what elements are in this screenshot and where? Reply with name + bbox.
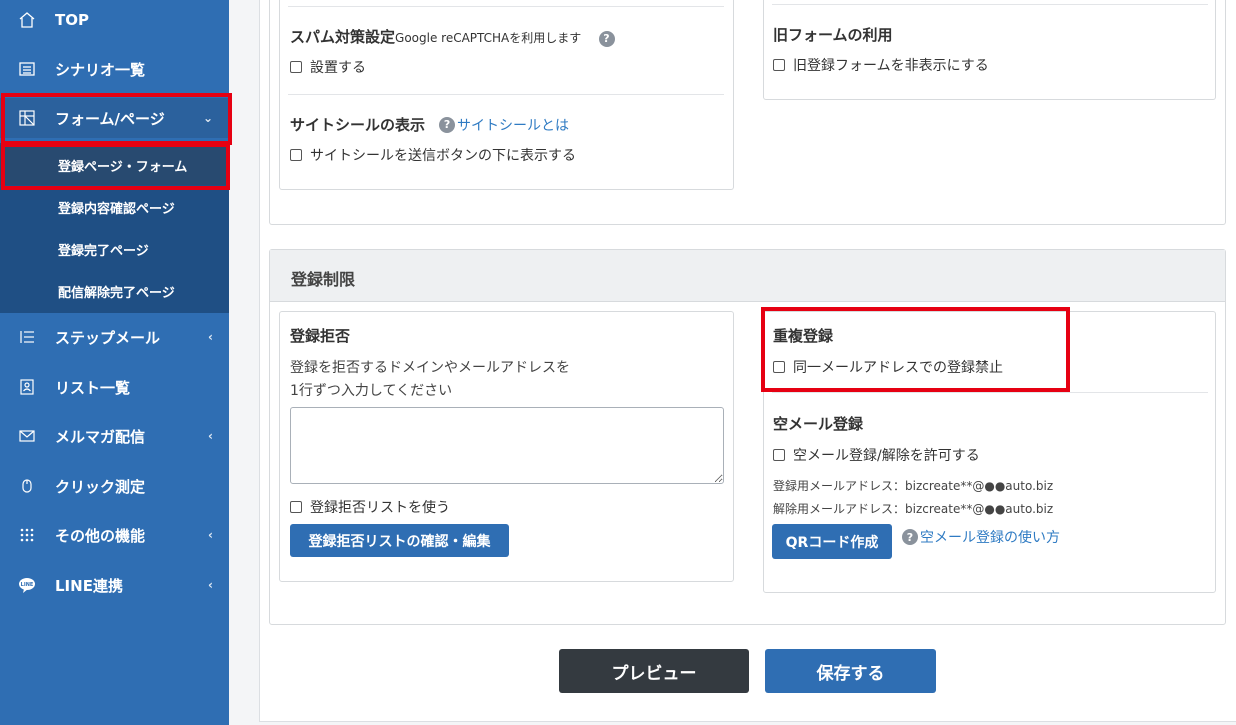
forms-submenu: 登録ページ・フォーム 登録内容確認ページ 登録完了ページ 配信解除完了ページ — [0, 143, 229, 313]
sidebar-item-click-tracking[interactable]: クリック測定 — [0, 466, 229, 506]
grid-icon — [18, 526, 36, 544]
sidebar-item-forms[interactable]: フォーム/ページ ⌄ — [0, 98, 229, 138]
spam-note: Google reCAPTCHAを利用します — [395, 31, 582, 45]
panel-title: 登録制限 — [291, 270, 356, 289]
submenu-item-label: 登録ページ・フォーム — [58, 159, 188, 175]
divider — [772, 4, 1208, 5]
svg-text:LINE: LINE — [21, 582, 34, 588]
form-settings-panel: スパム対策設定Google reCAPTCHAを利用します ? 設置する サイト… — [269, 0, 1226, 225]
submenu-item-complete-page[interactable]: 登録完了ページ — [0, 229, 229, 269]
line-icon: LINE — [18, 576, 36, 594]
register-address: 登録用メールアドレス：bizcreate**@●●auto.biz — [773, 479, 1054, 493]
sidebar: TOP シナリオ一覧 フォーム/ページ ⌄ 登録ページ・フォーム 登録内容確認ペ… — [0, 0, 232, 725]
old-form-checkbox-row[interactable]: 旧登録フォームを非表示にする — [773, 55, 989, 75]
submenu-item-register-form[interactable]: 登録ページ・フォーム — [0, 145, 229, 185]
qr-code-button[interactable]: QRコード作成 — [772, 524, 892, 559]
spam-checkbox-row[interactable]: 設置する — [290, 57, 366, 77]
reject-title: 登録拒否 — [290, 327, 351, 345]
save-button[interactable]: 保存する — [765, 649, 936, 693]
main-content: スパム対策設定Google reCAPTCHAを利用します ? 設置する サイト… — [259, 0, 1236, 722]
sidebar-item-label: メルマガ配信 — [55, 427, 146, 446]
steps-icon — [18, 328, 36, 346]
sidebar-item-scenarios[interactable]: シナリオ一覧 — [0, 49, 229, 89]
empty-mail-howto-link[interactable]: 空メール登録の使い方 — [920, 527, 1060, 547]
duplicate-empty-mail-box: 重複登録 同一メールアドレスでの登録禁止 空メール登録 空メール登録/解除を許可… — [763, 311, 1216, 593]
site-seal-title-text: サイトシールの表示 — [290, 116, 426, 134]
reject-list-checkbox[interactable] — [290, 501, 302, 513]
sidebar-item-label: シナリオ一覧 — [55, 60, 146, 79]
divider — [288, 94, 724, 95]
sidebar-item-lists[interactable]: リスト一覧 — [0, 367, 229, 407]
chevron-left-icon: ‹ — [208, 528, 213, 542]
site-seal-title: サイトシールの表示 ? サイトシールとは — [290, 114, 569, 135]
site-seal-checkbox[interactable] — [290, 149, 302, 161]
sidebar-item-label: クリック測定 — [55, 477, 146, 496]
chevron-down-icon: ⌄ — [202, 111, 213, 125]
form-settings-left-box: スパム対策設定Google reCAPTCHAを利用します ? 設置する サイト… — [279, 0, 734, 190]
chevron-left-icon: ‹ — [208, 429, 213, 443]
spam-title-text: スパム対策設定 — [290, 28, 396, 46]
empty-mail-howto[interactable]: ? 空メール登録の使い方 — [902, 527, 1060, 547]
sidebar-item-newsletter[interactable]: メルマガ配信 ‹ — [0, 416, 229, 456]
mouse-icon — [18, 477, 36, 495]
submenu-item-unsubscribe-page[interactable]: 配信解除完了ページ — [0, 271, 229, 311]
chevron-left-icon: ‹ — [208, 330, 213, 344]
divider — [288, 6, 724, 7]
spam-settings-title: スパム対策設定Google reCAPTCHAを利用します ? — [290, 26, 615, 47]
submenu-item-label: 配信解除完了ページ — [58, 285, 175, 301]
help-icon: ? — [902, 529, 918, 545]
edit-reject-list-button[interactable]: 登録拒否リストの確認・編集 — [290, 524, 509, 557]
old-form-title: 旧フォームの利用 — [773, 26, 893, 44]
spam-checkbox-label: 設置する — [310, 60, 366, 76]
submenu-item-confirm-page[interactable]: 登録内容確認ページ — [0, 187, 229, 227]
sidebar-item-label: その他の機能 — [55, 526, 146, 545]
reject-description-line1: 登録を拒否するドメインやメールアドレスを — [290, 360, 570, 376]
spam-checkbox[interactable] — [290, 61, 302, 73]
panel-header: 登録制限 — [270, 250, 1225, 302]
sidebar-item-other-features[interactable]: その他の機能 ‹ — [0, 515, 229, 555]
chevron-left-icon: ‹ — [208, 578, 213, 592]
help-icon[interactable]: ? — [439, 116, 456, 133]
preview-button[interactable]: プレビュー — [559, 649, 749, 693]
sidebar-item-line[interactable]: LINE LINE連携 ‹ — [0, 565, 229, 605]
duplicate-checkbox[interactable] — [773, 361, 785, 373]
contacts-icon — [18, 378, 36, 396]
help-icon[interactable]: ? — [598, 30, 615, 47]
reject-description-line2: 1行ずつ入力してください — [290, 383, 453, 399]
reject-list-textarea[interactable] — [290, 407, 724, 484]
sidebar-item-label: TOP — [55, 11, 89, 29]
home-icon — [18, 11, 36, 29]
empty-mail-checkbox[interactable] — [773, 449, 785, 461]
sidebar-item-label: LINE連携 — [55, 576, 123, 595]
cancel-address: 解除用メールアドレス：bizcreate**@●●auto.biz — [773, 502, 1054, 516]
sidebar-item-step-mail[interactable]: ステップメール ‹ — [0, 317, 229, 357]
registration-restriction-panel: 登録制限 登録拒否 登録を拒否するドメインやメールアドレスを 1行ずつ入力してく… — [269, 249, 1226, 625]
old-form-checkbox-label: 旧登録フォームを非表示にする — [793, 58, 989, 74]
reject-box: 登録拒否 登録を拒否するドメインやメールアドレスを 1行ずつ入力してください 登… — [279, 311, 734, 582]
reject-list-checkbox-label: 登録拒否リストを使う — [310, 500, 450, 516]
reject-list-checkbox-row[interactable]: 登録拒否リストを使う — [290, 497, 450, 517]
divider — [772, 392, 1208, 393]
empty-mail-checkbox-label: 空メール登録/解除を許可する — [793, 448, 980, 464]
empty-mail-title: 空メール登録 — [773, 415, 864, 433]
form-settings-right-box: 旧フォームの利用 旧登録フォームを非表示にする — [763, 0, 1216, 100]
sidebar-item-label: フォーム/ページ — [55, 109, 165, 128]
submenu-item-label: 登録完了ページ — [58, 243, 149, 259]
sidebar-item-label: リスト一覧 — [55, 378, 131, 397]
submenu-item-label: 登録内容確認ページ — [58, 201, 175, 217]
site-seal-checkbox-label: サイトシールを送信ボタンの下に表示する — [310, 148, 576, 164]
duplicate-title: 重複登録 — [773, 327, 834, 345]
old-form-checkbox[interactable] — [773, 59, 785, 71]
form-icon — [18, 109, 36, 127]
site-seal-link[interactable]: サイトシールとは — [457, 115, 569, 135]
duplicate-checkbox-label: 同一メールアドレスでの登録禁止 — [793, 360, 1003, 376]
site-seal-checkbox-row[interactable]: サイトシールを送信ボタンの下に表示する — [290, 145, 576, 165]
list-icon — [18, 60, 36, 78]
empty-mail-checkbox-row[interactable]: 空メール登録/解除を許可する — [773, 445, 980, 465]
sidebar-item-top[interactable]: TOP — [0, 0, 229, 40]
sidebar-item-label: ステップメール — [55, 328, 161, 347]
mail-icon — [18, 427, 36, 445]
duplicate-checkbox-row[interactable]: 同一メールアドレスでの登録禁止 — [773, 357, 1003, 377]
